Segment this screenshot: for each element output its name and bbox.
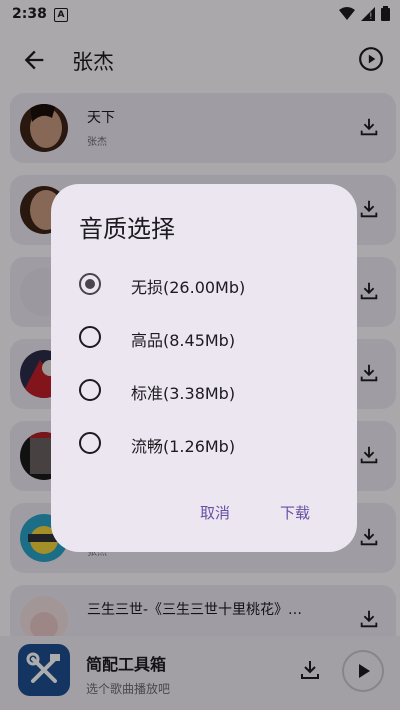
quality-option-lossless[interactable]: 无损(26.00Mb) <box>73 264 343 304</box>
quality-option-label: 无损(26.00Mb) <box>131 278 246 297</box>
quality-option-smooth[interactable]: 流畅(1.26Mb) <box>73 423 343 463</box>
quality-option-standard[interactable]: 标准(3.38Mb) <box>73 370 343 410</box>
quality-option-label: 高品(8.45Mb) <box>131 331 236 350</box>
download-button[interactable]: 下载 <box>280 502 310 523</box>
radio-button[interactable] <box>79 432 101 454</box>
cancel-button[interactable]: 取消 <box>200 502 230 523</box>
radio-button[interactable] <box>79 326 101 348</box>
quality-option-label: 标准(3.38Mb) <box>131 384 236 403</box>
dialog-title: 音质选择 <box>79 215 175 243</box>
quality-option-high[interactable]: 高品(8.45Mb) <box>73 317 343 357</box>
quality-dialog: 音质选择 无损(26.00Mb) 高品(8.45Mb) 标准(3.38Mb) 流… <box>51 184 357 552</box>
radio-button[interactable] <box>79 379 101 401</box>
radio-button-selected[interactable] <box>79 273 101 295</box>
quality-option-label: 流畅(1.26Mb) <box>131 437 236 456</box>
